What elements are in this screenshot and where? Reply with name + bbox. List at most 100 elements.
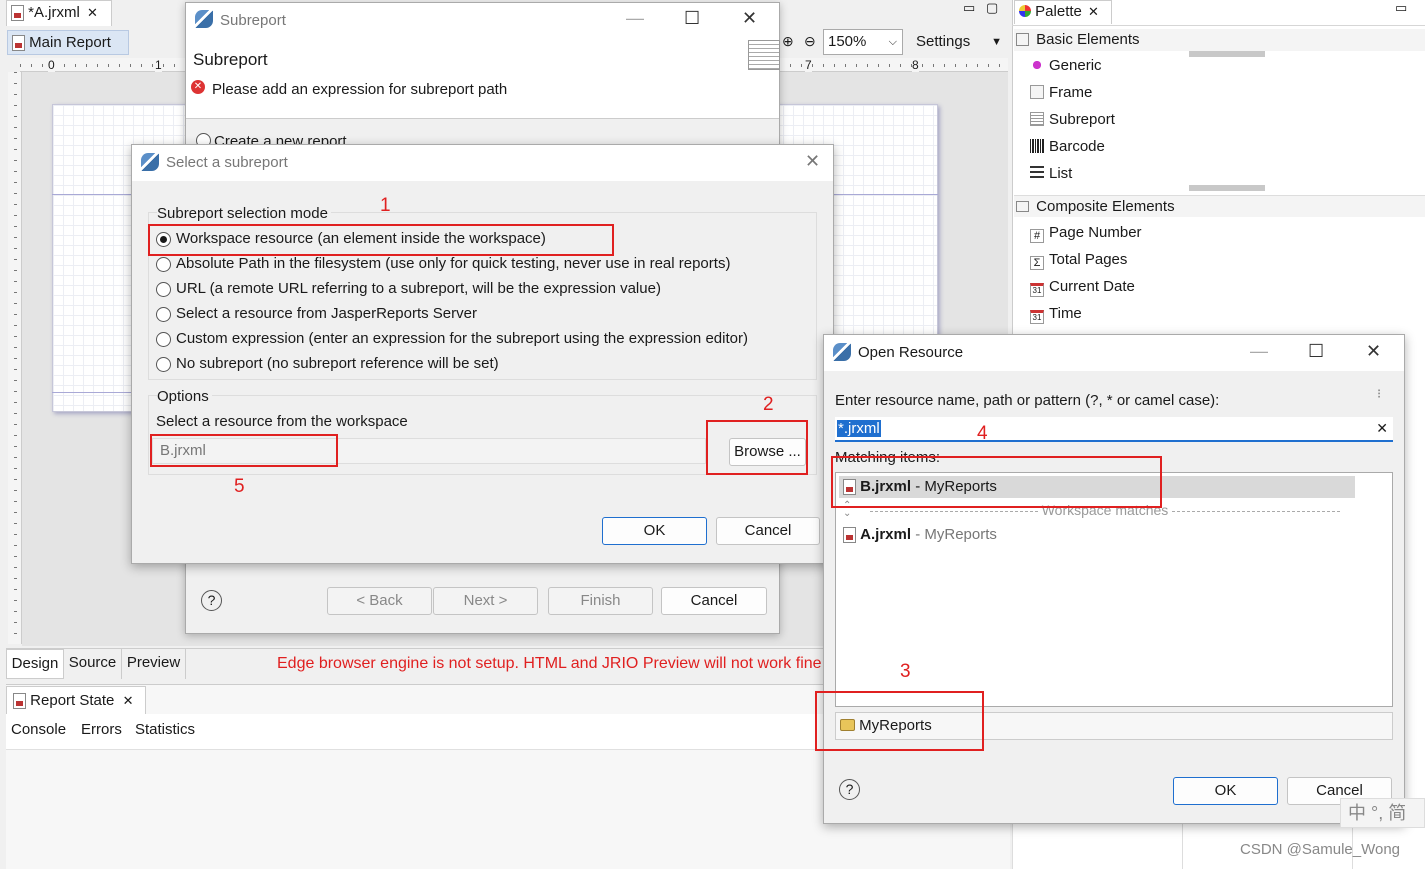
tab-label: Design (11, 655, 59, 672)
clear-icon[interactable]: ✕ (1376, 417, 1388, 440)
basic-elements-header[interactable]: Basic Elements (1014, 29, 1425, 51)
minimize-icon[interactable]: — (1250, 341, 1268, 362)
minimize-icon[interactable]: — (626, 8, 644, 29)
close-icon[interactable]: ✕ (805, 151, 820, 172)
annotation-box-4 (831, 456, 1162, 508)
tab-statistics[interactable]: Statistics (135, 721, 195, 738)
report-state-icon (13, 693, 26, 710)
main-report-label: Main Report (29, 34, 111, 51)
close-icon[interactable]: ✕ (1366, 341, 1381, 362)
close-icon[interactable]: ✕ (87, 5, 98, 20)
scroll-up-handle[interactable] (1189, 51, 1265, 57)
list-item[interactable]: A.jrxml - MyReports (839, 524, 1355, 546)
subreport-icon (1030, 112, 1044, 126)
close-icon[interactable]: ✕ (123, 693, 134, 708)
file-tab[interactable]: *A.jrxml ✕ (6, 0, 112, 26)
no-subreport-radio[interactable] (156, 357, 171, 372)
report-icon (12, 35, 25, 52)
open-ok-button[interactable]: OK (1173, 777, 1278, 805)
palette-item-label: Total Pages (1049, 251, 1128, 268)
mode-label: No subreport (no subreport reference wil… (176, 355, 499, 372)
wizard-cancel-button[interactable]: Cancel (661, 587, 767, 615)
tab-preview[interactable]: Preview (122, 649, 186, 679)
error-icon: ✕ (191, 80, 205, 94)
zoom-out-icon[interactable]: ⊖ (804, 33, 816, 50)
tab-source[interactable]: Source (64, 649, 122, 679)
workspace-label: Select a resource from the workspace (156, 413, 408, 430)
url-radio[interactable] (156, 282, 171, 297)
item-project: - MyReports (911, 526, 997, 543)
annotation-number-4: 4 (977, 423, 988, 444)
select-ok-button[interactable]: OK (602, 517, 707, 545)
barcode-icon (1030, 139, 1044, 153)
close-icon[interactable]: ✕ (742, 8, 757, 29)
maximize-icon[interactable]: ☐ (1308, 341, 1324, 362)
ruler-mark: 7 (805, 58, 812, 72)
tab-design[interactable]: Design (6, 649, 64, 679)
watermark: CSDN @Samule_Wong (1240, 841, 1401, 858)
settings-dropdown[interactable]: Settings ▼ (912, 31, 1006, 55)
main-report-tab[interactable]: Main Report (7, 30, 129, 55)
mode-label: Absolute Path in the filesystem (use onl… (176, 255, 731, 272)
zoom-select[interactable]: 150% ⌵ (823, 29, 903, 55)
jasperserver-radio[interactable] (156, 307, 171, 322)
close-icon[interactable]: ✕ (1088, 4, 1099, 19)
tab-errors[interactable]: Errors (81, 721, 122, 738)
next-button[interactable]: Next > (433, 587, 538, 615)
basic-elements-label: Basic Elements (1036, 31, 1140, 48)
mode-label: Custom expression (enter an expression f… (176, 330, 748, 347)
palette-minimize-icon[interactable]: ▭ (1395, 0, 1407, 16)
palette-item-label: Page Number (1049, 224, 1142, 241)
scroll-down-handle[interactable] (1189, 185, 1265, 191)
palette-item-page-number[interactable]: # Page Number (1030, 222, 1142, 244)
palette-item-label: Generic (1049, 57, 1102, 74)
palette-tab[interactable]: Palette ✕ (1014, 0, 1112, 24)
view-menu-icon[interactable]: ⁝ (1377, 387, 1381, 400)
wizard-title: Subreport (220, 12, 286, 29)
palette-item-frame[interactable]: Frame (1030, 82, 1092, 104)
ime-indicator[interactable]: 中 °, 简 (1340, 798, 1425, 828)
separator-line (869, 510, 1038, 512)
help-icon[interactable]: ? (201, 590, 222, 611)
annotation-box-5 (150, 434, 338, 467)
palette-item-label: List (1049, 165, 1073, 182)
tab-console[interactable]: Console (11, 721, 66, 738)
absolute-path-radio[interactable] (156, 257, 171, 272)
pattern-input[interactable]: *.jrxml ✕ (835, 417, 1393, 442)
back-button[interactable]: < Back (327, 587, 432, 615)
chevron-down-icon: ⌵ (888, 36, 897, 48)
annotation-number-1: 1 (380, 195, 391, 216)
generic-icon (1030, 58, 1044, 72)
zoom-in-icon[interactable]: ⊕ (782, 33, 794, 50)
palette-item-total-pages[interactable]: Σ Total Pages (1030, 249, 1127, 271)
ruler-mark: 8 (912, 58, 919, 72)
help-icon[interactable]: ? (839, 779, 860, 800)
palette-item-label: Frame (1049, 84, 1093, 101)
item-name: A.jrxml (860, 526, 912, 543)
palette-item-generic[interactable]: Generic (1030, 55, 1102, 77)
finish-button[interactable]: Finish (548, 587, 653, 615)
editor-minimize-icon[interactable]: ▭ (963, 0, 975, 16)
composite-icon (1016, 201, 1029, 212)
annotation-box-1 (148, 224, 614, 256)
annotation-box-3 (815, 691, 984, 751)
wizard-heading: Subreport (193, 50, 268, 69)
calendar-icon: 31 (1030, 310, 1044, 324)
composite-elements-header[interactable]: Composite Elements (1014, 195, 1425, 217)
palette-item-current-date[interactable]: 31 Current Date (1030, 276, 1135, 298)
editor-maximize-icon[interactable]: ▢ (986, 0, 998, 16)
jaspersoft-icon (833, 343, 851, 361)
pattern-value: *.jrxml (837, 420, 881, 437)
select-cancel-button[interactable]: Cancel (716, 517, 820, 545)
file-tab-label: *A.jrxml (28, 4, 80, 21)
tab-label: Source (68, 654, 117, 671)
palette-item-list[interactable]: List (1030, 163, 1072, 185)
mode-label: URL (a remote URL referring to a subrepo… (176, 280, 661, 297)
palette-item-barcode[interactable]: Barcode (1030, 136, 1105, 158)
maximize-icon[interactable]: ☐ (684, 8, 700, 29)
palette-item-time[interactable]: 31 Time (1030, 303, 1082, 325)
palette-item-subreport[interactable]: Subreport (1030, 109, 1115, 131)
separator-line (1172, 510, 1341, 512)
report-state-tab[interactable]: Report State ✕ (6, 686, 146, 714)
custom-expression-radio[interactable] (156, 332, 171, 347)
